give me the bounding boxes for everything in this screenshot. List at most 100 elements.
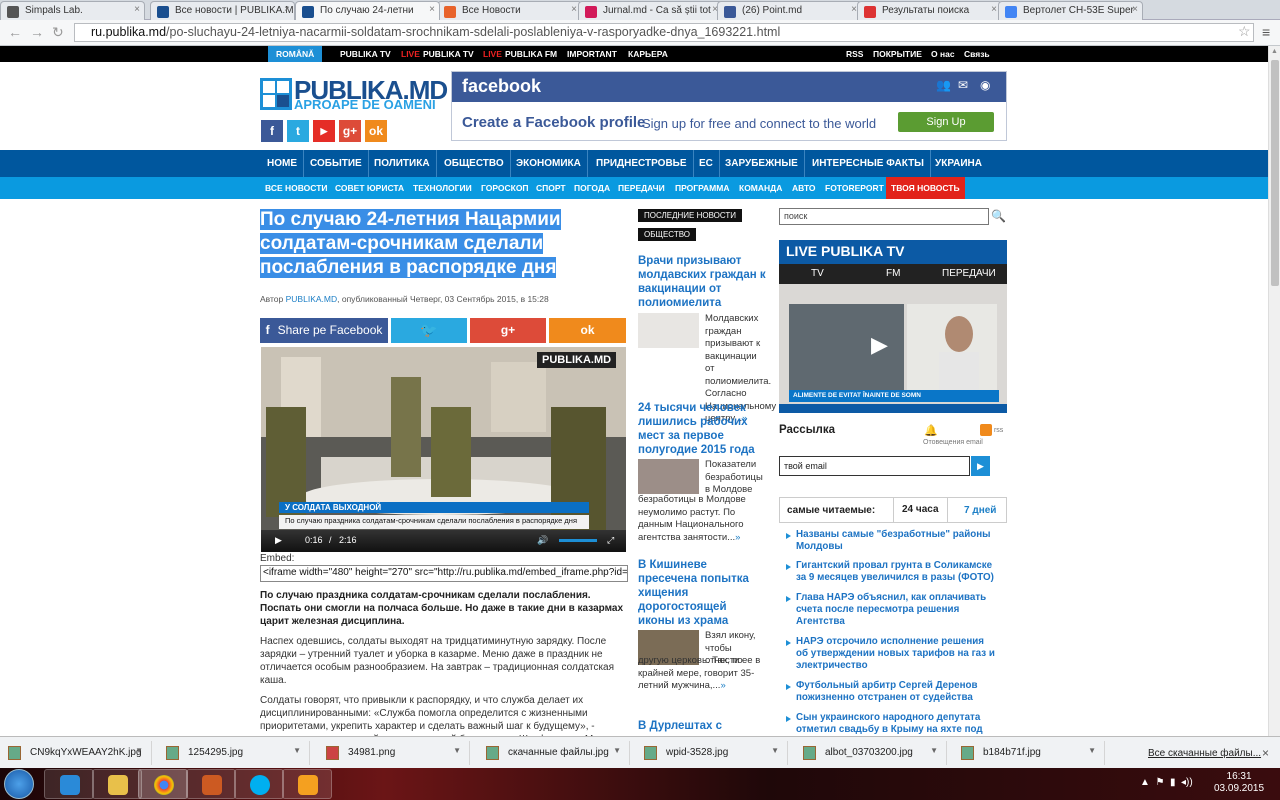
- reload-icon[interactable]: ↻: [52, 24, 64, 41]
- chevron-down-icon[interactable]: ▼: [453, 746, 461, 755]
- subnav-sport[interactable]: СПОРТ: [536, 177, 566, 199]
- tab-close-icon[interactable]: ×: [134, 4, 140, 15]
- browser-tab[interactable]: Результаты поиска ×: [857, 1, 1002, 20]
- googleplus-icon[interactable]: g+: [339, 120, 361, 142]
- volume-slider[interactable]: [559, 539, 597, 542]
- coverage-link[interactable]: ПОКРЫТИЕ: [873, 49, 922, 59]
- chevron-down-icon[interactable]: ▼: [1088, 746, 1096, 755]
- facebook-ad-banner[interactable]: facebook 👥 ✉ ◉ Create a Facebook profile…: [451, 71, 1007, 141]
- taskbar-ie[interactable]: [44, 769, 94, 799]
- page-scrollbar[interactable]: ▲: [1268, 46, 1280, 736]
- rss-link[interactable]: rss: [980, 424, 1003, 436]
- subnav-horoscope[interactable]: ГОРОСКОП: [481, 177, 529, 199]
- most-read-item[interactable]: Футбольный арбитр Сергей Деренов пожизне…: [796, 680, 996, 704]
- browser-tab[interactable]: По случаю 24-летни ×: [295, 1, 440, 20]
- tab-close-icon[interactable]: ×: [991, 4, 997, 15]
- live-tv-screen[interactable]: ▶: [779, 284, 1007, 404]
- subnav-program[interactable]: ПРОГРАММА: [675, 177, 729, 199]
- share-facebook-button[interactable]: f Share pe Facebook: [260, 318, 388, 343]
- society-tag[interactable]: ОБЩЕСТВО: [638, 228, 696, 241]
- browser-tab[interactable]: Все Новости ×: [437, 1, 582, 20]
- contact-link[interactable]: Связь: [964, 49, 990, 59]
- youtube-icon[interactable]: ▶: [313, 120, 335, 142]
- fullscreen-icon[interactable]: ⤢: [607, 535, 614, 546]
- chevron-down-icon[interactable]: ▼: [293, 746, 301, 755]
- important-link[interactable]: IMPORTANT: [567, 49, 617, 59]
- rss-link[interactable]: RSS: [846, 49, 863, 59]
- download-item[interactable]: CN9kqYxWEAAY2hK.jpg ▼: [0, 741, 152, 765]
- tab-close-icon[interactable]: ×: [284, 4, 290, 15]
- bookmark-star-icon[interactable]: ☆: [1238, 23, 1251, 40]
- embed-code-input[interactable]: <iframe width="480" height="270" src="ht…: [260, 565, 628, 582]
- browser-menu-icon[interactable]: ≡: [1262, 24, 1270, 40]
- chevron-down-icon[interactable]: ▼: [135, 746, 143, 755]
- forward-icon[interactable]: →: [30, 24, 44, 40]
- site-logo[interactable]: PUBLIKA.MD APROAPE DE OAMENI: [260, 75, 448, 112]
- chevron-down-icon[interactable]: ▼: [613, 746, 621, 755]
- tab-close-icon[interactable]: ×: [429, 4, 435, 15]
- download-item[interactable]: скачанные файлы.jpg ▼: [478, 741, 630, 765]
- subnav-shows[interactable]: ПЕРЕДАЧИ: [618, 177, 665, 199]
- back-icon[interactable]: ←: [8, 24, 22, 40]
- download-item[interactable]: b184b71f.jpg ▼: [953, 741, 1105, 765]
- facebook-icon[interactable]: f: [261, 120, 283, 142]
- download-item[interactable]: wpid-3528.jpg ▼: [636, 741, 788, 765]
- taskbar-skype[interactable]: [234, 769, 284, 799]
- live-publika-tv-link[interactable]: PUBLIKA TV: [423, 49, 474, 59]
- live-tab-tv[interactable]: TV: [811, 268, 824, 279]
- chevron-down-icon[interactable]: ▼: [771, 746, 779, 755]
- close-icon[interactable]: ×: [1262, 746, 1269, 760]
- nav-transnistria[interactable]: ПРИДНЕСТРОВЬЕ: [590, 150, 694, 177]
- subnav-auto[interactable]: АВТО: [792, 177, 816, 199]
- latest-news-tag[interactable]: ПОСЛЕДНИЕ НОВОСТИ: [638, 209, 743, 222]
- most-read-tab-24h[interactable]: 24 часа: [893, 498, 948, 522]
- taskbar-chrome[interactable]: [138, 769, 188, 799]
- nav-foreign[interactable]: ЗАРУБЕЖНЫЕ: [719, 150, 805, 177]
- news-item-thumbnail[interactable]: [638, 313, 699, 348]
- email-input[interactable]: твой email: [779, 456, 970, 476]
- download-item[interactable]: albot_03703200.jpg ▼: [795, 741, 947, 765]
- all-downloads-link[interactable]: Все скачанные файлы...: [1148, 748, 1261, 759]
- most-read-item[interactable]: Названы самые "безработные" районы Молдо…: [796, 529, 996, 553]
- taskbar-explorer[interactable]: [92, 769, 142, 799]
- most-read-item[interactable]: НАРЭ отсрочило исполнение решения об утв…: [796, 636, 996, 672]
- nav-home[interactable]: HOME: [261, 150, 304, 177]
- taskbar-clock[interactable]: 16:31 03.09.2015: [1214, 771, 1264, 795]
- facebook-signup-button[interactable]: Sign Up: [898, 112, 994, 132]
- nav-society[interactable]: ОБЩЕСТВО: [438, 150, 511, 177]
- nav-eu[interactable]: ЕС: [693, 150, 720, 177]
- play-icon[interactable]: ▶: [871, 332, 888, 358]
- nav-politics[interactable]: ПОЛИТИКА: [368, 150, 437, 177]
- odnoklassniki-icon[interactable]: ok: [365, 120, 387, 142]
- live-tab-fm[interactable]: FM: [886, 268, 900, 279]
- start-button[interactable]: [4, 769, 34, 799]
- url-input[interactable]: ru.publika.md/po-sluchayu-24-letniya-nac…: [74, 23, 1254, 42]
- news-item-thumbnail[interactable]: [638, 459, 699, 494]
- subnav-tech[interactable]: ТЕХНОЛОГИИ: [413, 177, 472, 199]
- live-tab-shows[interactable]: ПЕРЕДАЧИ: [942, 268, 996, 279]
- most-read-item[interactable]: Гигантский провал грунта в Соликамске за…: [796, 560, 996, 584]
- share-googleplus-button[interactable]: g+: [470, 318, 546, 343]
- scroll-up-icon[interactable]: ▲: [1271, 48, 1278, 55]
- video-player[interactable]: PUBLIKA.MD У СОЛДАТА ВЫХОДНОЙ По случаю …: [261, 347, 626, 552]
- search-input[interactable]: поиск: [779, 208, 989, 225]
- news-item-headline[interactable]: 24 тысячи человек лишились рабочих мест …: [638, 401, 766, 457]
- browser-tab[interactable]: Jurnal.md - Ca să știi tot ×: [578, 1, 723, 20]
- news-item-headline[interactable]: Врачи призывают молдавских граждан к вак…: [638, 254, 766, 310]
- subnav-weather[interactable]: ПОГОДА: [574, 177, 610, 199]
- download-item[interactable]: 34981.png ▼: [318, 741, 470, 765]
- nav-events[interactable]: СОБЫТИЕ: [304, 150, 369, 177]
- live-publika-fm-link[interactable]: PUBLIKA FM: [505, 49, 557, 59]
- email-submit-button[interactable]: ▶: [971, 456, 990, 476]
- search-icon[interactable]: 🔍: [990, 208, 1007, 225]
- scrollbar-thumb[interactable]: [1271, 60, 1279, 286]
- most-read-item[interactable]: Сын украинского народного депутата отмет…: [796, 712, 996, 736]
- chevron-down-icon[interactable]: ▼: [930, 746, 938, 755]
- news-item-headline[interactable]: В Дурлештах с: [638, 719, 766, 733]
- browser-tab[interactable]: Вертолет CH-53E Super ×: [998, 1, 1143, 20]
- download-item[interactable]: 1254295.jpg ▼: [158, 741, 310, 765]
- subnav-your-news[interactable]: ТВОЯ НОВОСТЬ: [886, 177, 965, 199]
- share-twitter-button[interactable]: 🐦: [391, 318, 467, 343]
- tab-close-icon[interactable]: ×: [1132, 4, 1138, 15]
- most-read-item[interactable]: Глава НАРЭ объяснил, как оплачивать счет…: [796, 592, 996, 628]
